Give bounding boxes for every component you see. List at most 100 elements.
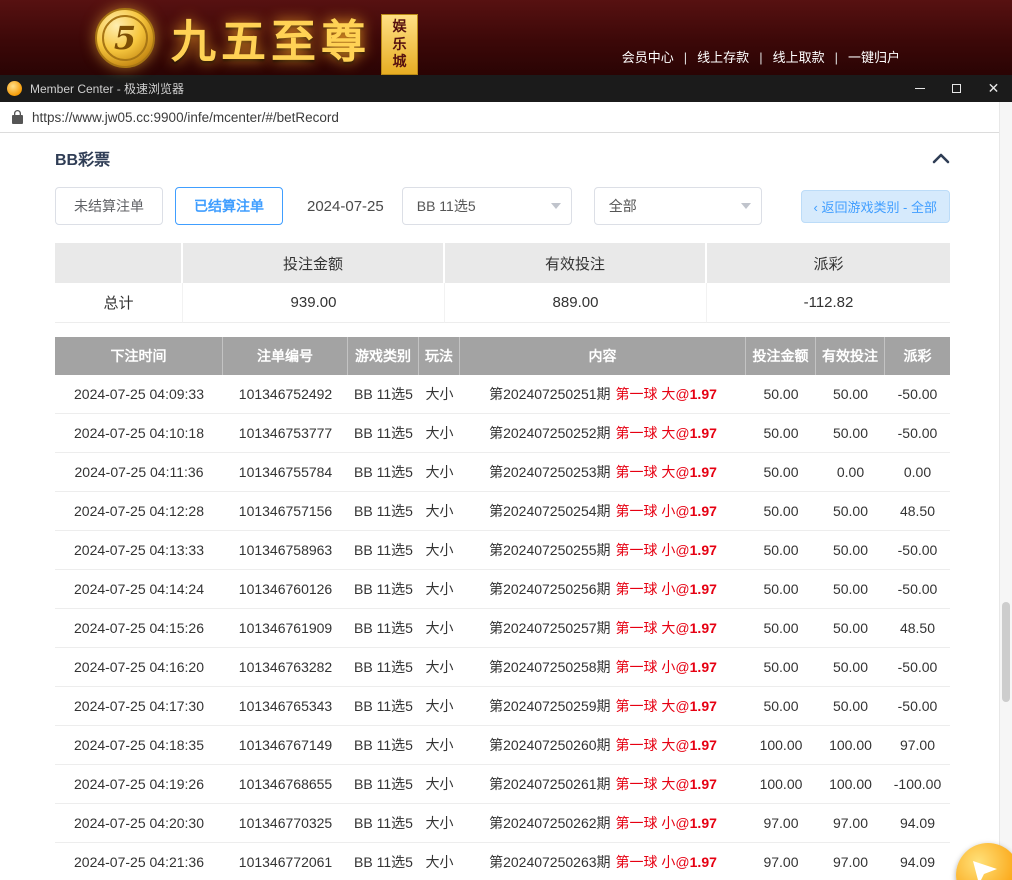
bet-time: 2024-07-25 04:12:28: [55, 492, 223, 530]
payout-value: 97.00: [885, 726, 950, 764]
bet-content: 第202407250251期 第一球 大@1.97: [460, 375, 746, 413]
bet-amount: 100.00: [746, 765, 816, 803]
game-type: BB 11选5: [348, 570, 419, 608]
bet-time: 2024-07-25 04:21:36: [55, 843, 223, 880]
valid-bet: 50.00: [816, 531, 885, 569]
banner-nav: 会员中心 线上存款 线上取款 一键归户: [622, 47, 900, 66]
play-type: 大小: [419, 648, 460, 686]
date-picker[interactable]: 2024-07-25: [307, 198, 384, 215]
site-logo[interactable]: 5 九五至尊 娱乐城: [95, 0, 418, 75]
nav-withdraw[interactable]: 线上取款: [773, 47, 848, 66]
order-id: 101346758963: [223, 531, 348, 569]
summary-header-bet: 投注金额: [183, 243, 445, 283]
period-number: 第202407250258期: [489, 657, 610, 677]
bet-odds: 1.97: [690, 503, 717, 519]
bet-table-body: 2024-07-25 04:09:33 101346752492 BB 11选5…: [55, 375, 950, 880]
bet-amount: 50.00: [746, 375, 816, 413]
bet-time: 2024-07-25 04:15:26: [55, 609, 223, 647]
bet-amount: 100.00: [746, 726, 816, 764]
play-type: 大小: [419, 492, 460, 530]
scope-select[interactable]: 全部: [594, 187, 762, 225]
game-select[interactable]: BB 11选5: [402, 187, 572, 225]
page-scrollbar[interactable]: [999, 102, 1012, 880]
payout-value: -100.00: [885, 765, 950, 803]
valid-bet: 50.00: [816, 570, 885, 608]
settled-tab-button[interactable]: 已结算注单: [175, 187, 283, 225]
order-id: 101346760126: [223, 570, 348, 608]
order-id: 101346765343: [223, 687, 348, 725]
payout-value: 48.50: [885, 492, 950, 530]
bet-odds: 1.97: [690, 386, 717, 402]
chevron-down-icon: [551, 203, 561, 209]
header-payout: 派彩: [885, 337, 950, 375]
game-type: BB 11选5: [348, 414, 419, 452]
game-type: BB 11选5: [348, 765, 419, 803]
valid-bet: 100.00: [816, 726, 885, 764]
bet-amount: 50.00: [746, 414, 816, 452]
summary-payout-total: -112.82: [707, 283, 950, 323]
bet-pick: 第一球 大@: [616, 735, 690, 755]
nav-deposit[interactable]: 线上存款: [697, 47, 772, 66]
window-title: Member Center - 极速浏览器: [30, 80, 901, 97]
bet-pick: 第一球 大@: [616, 384, 690, 404]
play-type: 大小: [419, 765, 460, 803]
valid-bet: 100.00: [816, 765, 885, 803]
scope-select-value: 全部: [609, 196, 637, 216]
bet-content: 第202407250252期 第一球 大@1.97: [460, 414, 746, 452]
order-id: 101346768655: [223, 765, 348, 803]
browser-titlebar: Member Center - 极速浏览器 ✕: [0, 75, 1012, 102]
period-number: 第202407250260期: [489, 735, 610, 755]
table-row: 2024-07-25 04:12:28 101346757156 BB 11选5…: [55, 492, 950, 531]
play-type: 大小: [419, 843, 460, 880]
play-type: 大小: [419, 804, 460, 842]
valid-bet: 50.00: [816, 648, 885, 686]
bet-pick: 第一球 小@: [616, 501, 690, 521]
maximize-icon: [952, 84, 961, 93]
table-row: 2024-07-25 04:14:24 101346760126 BB 11选5…: [55, 570, 950, 609]
header-game-type: 游戏类别: [348, 337, 419, 375]
filter-bar: 未结算注单 已结算注单 2024-07-25 BB 11选5 全部 ‹ 返回游戏…: [55, 187, 950, 225]
summary-header-valid: 有效投注: [445, 243, 707, 283]
table-row: 2024-07-25 04:17:30 101346765343 BB 11选5…: [55, 687, 950, 726]
bet-amount: 50.00: [746, 687, 816, 725]
chat-icon: [970, 857, 1000, 880]
bet-pick: 第一球 大@: [616, 618, 690, 638]
minimize-button[interactable]: [901, 75, 938, 102]
period-number: 第202407250263期: [489, 852, 610, 872]
valid-bet: 0.00: [816, 453, 885, 491]
unsettled-tab-button[interactable]: 未结算注单: [55, 187, 163, 225]
bet-content: 第202407250253期 第一球 大@1.97: [460, 453, 746, 491]
table-row: 2024-07-25 04:20:30 101346770325 BB 11选5…: [55, 804, 950, 843]
customer-service-button[interactable]: [956, 843, 1012, 880]
main-content: BB彩票 未结算注单 已结算注单 2024-07-25 BB 11选5 全部 ‹…: [0, 133, 962, 880]
bet-pick: 第一球 大@: [616, 462, 690, 482]
maximize-button[interactable]: [938, 75, 975, 102]
site-name: 九五至尊: [171, 5, 371, 70]
payout-value: -50.00: [885, 687, 950, 725]
bet-odds: 1.97: [690, 815, 717, 831]
play-type: 大小: [419, 687, 460, 725]
game-type: BB 11选5: [348, 687, 419, 725]
table-row: 2024-07-25 04:11:36 101346755784 BB 11选5…: [55, 453, 950, 492]
bet-content: 第202407250260期 第一球 大@1.97: [460, 726, 746, 764]
order-id: 101346752492: [223, 375, 348, 413]
site-badge: 娱乐城: [381, 14, 418, 75]
table-row: 2024-07-25 04:10:18 101346753777 BB 11选5…: [55, 414, 950, 453]
payout-value: 0.00: [885, 453, 950, 491]
collapse-section-button[interactable]: [932, 152, 950, 164]
valid-bet: 97.00: [816, 843, 885, 880]
address-bar[interactable]: https://www.jw05.cc:9900/infe/mcenter/#/…: [0, 102, 1012, 133]
game-type: BB 11选5: [348, 804, 419, 842]
bet-content: 第202407250254期 第一球 小@1.97: [460, 492, 746, 530]
bet-content: 第202407250261期 第一球 大@1.97: [460, 765, 746, 803]
nav-member-center[interactable]: 会员中心: [622, 47, 697, 66]
scrollbar-thumb[interactable]: [1002, 602, 1010, 702]
close-button[interactable]: ✕: [975, 75, 1012, 102]
close-icon: ✕: [988, 80, 1000, 97]
nav-one-key-transfer[interactable]: 一键归户: [848, 47, 900, 66]
bet-time: 2024-07-25 04:16:20: [55, 648, 223, 686]
bet-content: 第202407250255期 第一球 小@1.97: [460, 531, 746, 569]
table-header-row: 下注时间 注单编号 游戏类别 玩法 内容 投注金额 有效投注 派彩: [55, 337, 950, 375]
bet-pick: 第一球 大@: [616, 423, 690, 443]
back-to-category-button[interactable]: ‹ 返回游戏类别 - 全部: [801, 190, 951, 223]
